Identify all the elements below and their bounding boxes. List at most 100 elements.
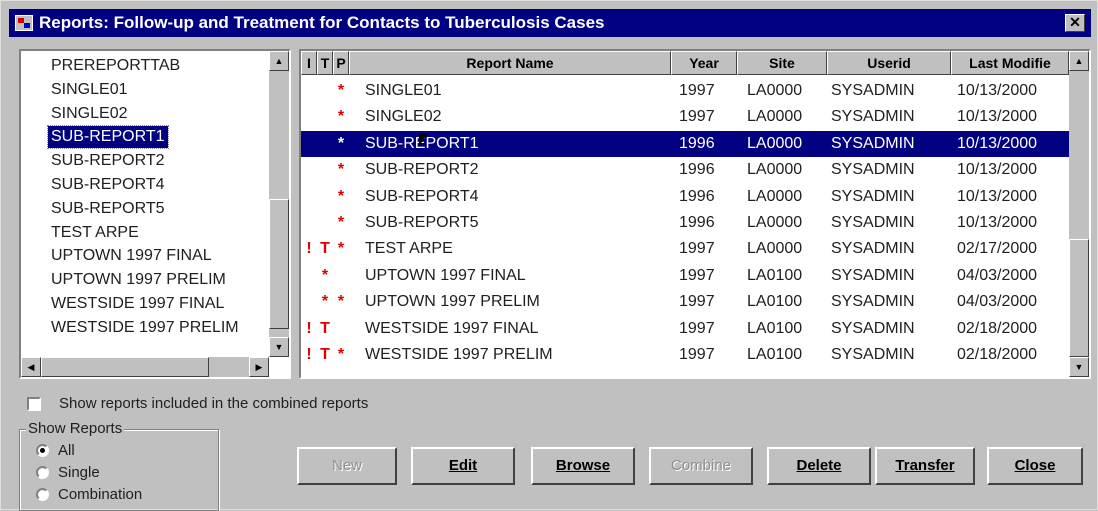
grid-scroll-thumb[interactable] [1069,239,1089,357]
report-list-item[interactable]: TEST ARPE [51,222,139,244]
grid-row[interactable]: * SUB-REPORT4 1996 LA0000 SYSADMIN 10/13/2000 [301,184,1069,210]
column-header-last-modified[interactable]: Last Modifie [951,51,1069,75]
cell-userid: SYSADMIN [831,319,915,337]
radio-label: Combination [58,486,143,503]
cell-p: * [337,346,345,363]
grid-row[interactable]: * * UPTOWN 1997 PRELIM 1997 LA0100 SYSADMIN 04… [301,289,1069,315]
grid-row[interactable]: * SUB-REPORT2 1996 LA0000 SYSADMIN 10/13/2000 [301,157,1069,183]
report-name-items: PREREPORTTAB SINGLE01 SINGLE02 SUB-REPORT1 S… [21,51,269,357]
grid-row[interactable]: ! T * WESTSIDE 1997 PRELIM 1997 LA0100 SYSADMI… [301,342,1069,368]
radio-dot-icon[interactable] [36,444,49,457]
grid-scroll-up-arrow-icon[interactable]: ▲ [1069,51,1089,71]
cell-year: 1997 [679,240,715,258]
reports-grid[interactable]: I T P Report Name Year Site Userid Last … [299,49,1091,379]
close-button[interactable]: Close [987,447,1083,485]
grid-row[interactable]: * SINGLE02 1997 LA0000 SYSADMIN 10/13/2000 [301,104,1069,130]
show-combined-checkbox[interactable] [27,397,41,411]
grid-vscrollbar[interactable]: ▲ ▼ [1069,51,1089,377]
scroll-left-arrow-icon[interactable]: ◀ [21,357,41,377]
report-list-item[interactable]: WESTSIDE 1997 PRELIM [51,317,239,339]
reports-app-icon[interactable] [15,15,33,31]
column-header-year[interactable]: Year [671,51,737,75]
scroll-right-arrow-icon[interactable]: ▶ [249,357,269,377]
hscroll-thumb[interactable] [41,357,209,377]
radio-dot-icon[interactable] [36,488,49,501]
close-window-button[interactable]: ✕ [1065,14,1085,32]
column-header-i[interactable]: I [301,51,317,75]
cell-modified: 10/13/2000 [957,108,1038,126]
report-list-item[interactable]: UPTOWN 1997 FINAL [51,245,212,267]
combine-button[interactable]: Combine [649,447,753,485]
report-list-item[interactable]: SUB-REPORT5 [51,198,165,220]
left-list-vscrollbar[interactable]: ▲ ▼ [269,51,289,357]
cell-site: LA0100 [747,346,803,363]
radio-label: All [58,442,75,459]
cell-modified: 10/13/2000 [957,161,1038,179]
cell-name: TEST ARPE [365,240,453,258]
cell-site: LA0000 [747,187,803,205]
grid-row[interactable]: * SINGLE01 1997 LA0000 SYSADMIN 10/13/2000 [301,78,1069,104]
report-name-list[interactable]: PREREPORTTAB SINGLE01 SINGLE02 SUB-REPORT1 S… [19,49,291,379]
cell-name: SUB-REPORT2 [365,161,479,179]
cell-p: * [337,134,345,152]
grid-row[interactable]: ! T WESTSIDE 1997 FINAL 1997 LA0100 SYSADMIN 0… [301,316,1069,342]
report-list-item[interactable]: UPTOWN 1997 PRELIM [51,269,226,291]
grid-row[interactable]: ! T * TEST ARPE 1997 LA0000 SYSADMIN 02/17/2000 [301,236,1069,262]
grid-row[interactable]: * SUB-REPORT1 1996 LA0000 SYSADMIN 10/13/2000 [301,130,1069,157]
cell-userid: SYSADMIN [831,240,915,258]
cell-userid: SYSADMIN [831,293,915,311]
left-list-hscrollbar[interactable]: ◀ ▶ [21,357,269,377]
report-list-item[interactable]: PREREPORTTAB [51,55,180,77]
radio-label: Single [58,464,100,481]
cell-year: 1996 [679,214,715,231]
scroll-down-arrow-icon[interactable]: ▼ [269,337,289,357]
report-list-item[interactable]: SUB-REPORT1 [47,125,169,150]
transfer-button[interactable]: Transfer [875,447,975,485]
scroll-thumb[interactable] [269,199,289,329]
cell-site: LA0000 [747,161,803,179]
cell-i: ! [306,346,312,363]
show-reports-label: Show Reports [26,420,125,437]
browse-button[interactable]: Browse [531,447,635,485]
show-reports-group: Show Reports All Single Combination [19,421,219,511]
scroll-up-arrow-icon[interactable]: ▲ [269,51,289,71]
report-list-item[interactable]: SINGLE01 [51,79,127,101]
cell-t: T [320,319,330,337]
cell-site: LA0100 [747,266,803,284]
delete-button[interactable]: Delete [767,447,871,485]
cell-t: * [321,293,329,311]
report-list-item[interactable]: SUB-REPORT4 [51,174,165,196]
cell-year: 1997 [679,82,715,99]
grid-row[interactable]: * SUB-REPORT5 1996 LA0000 SYSADMIN 10/13/2000 [301,210,1069,236]
cell-userid: SYSADMIN [831,82,915,99]
edit-button[interactable]: Edit [411,447,515,485]
column-header-p[interactable]: P [333,51,349,75]
cell-year: 1997 [679,293,715,311]
new-button[interactable]: New [297,447,397,485]
window-title: Reports: Follow-up and Treatment for Con… [39,13,605,32]
grid-scroll-down-arrow-icon[interactable]: ▼ [1069,357,1089,377]
column-header-report-name[interactable]: Report Name [349,51,671,75]
column-header-t[interactable]: T [317,51,333,75]
cell-year: 1996 [679,134,715,152]
mouse-pointer-icon [419,132,427,147]
grid-row[interactable]: * UPTOWN 1997 FINAL 1997 LA0100 SYSADMIN 04/0… [301,263,1069,289]
cell-modified: 10/13/2000 [957,134,1038,152]
title-bar[interactable]: Reports: Follow-up and Treatment for Con… [9,9,1091,37]
report-list-item[interactable]: SINGLE02 [51,103,127,125]
cell-modified: 04/03/2000 [957,293,1038,311]
cell-modified: 10/13/2000 [957,187,1038,205]
cell-userid: SYSADMIN [831,161,915,179]
cell-year: 1997 [679,266,715,284]
cell-i: ! [306,240,312,258]
cell-name: SUB-REPORT4 [365,187,479,205]
report-list-item[interactable]: WESTSIDE 1997 FINAL [51,293,224,315]
radio-dot-icon[interactable] [36,466,49,479]
cell-userid: SYSADMIN [831,214,915,231]
cell-name: WESTSIDE 1997 FINAL [365,319,539,337]
cell-site: LA0100 [747,319,803,337]
column-header-site[interactable]: Site [737,51,827,75]
report-list-item[interactable]: SUB-REPORT2 [51,150,165,172]
column-header-userid[interactable]: Userid [827,51,951,75]
cell-name: UPTOWN 1997 PRELIM [365,293,540,311]
